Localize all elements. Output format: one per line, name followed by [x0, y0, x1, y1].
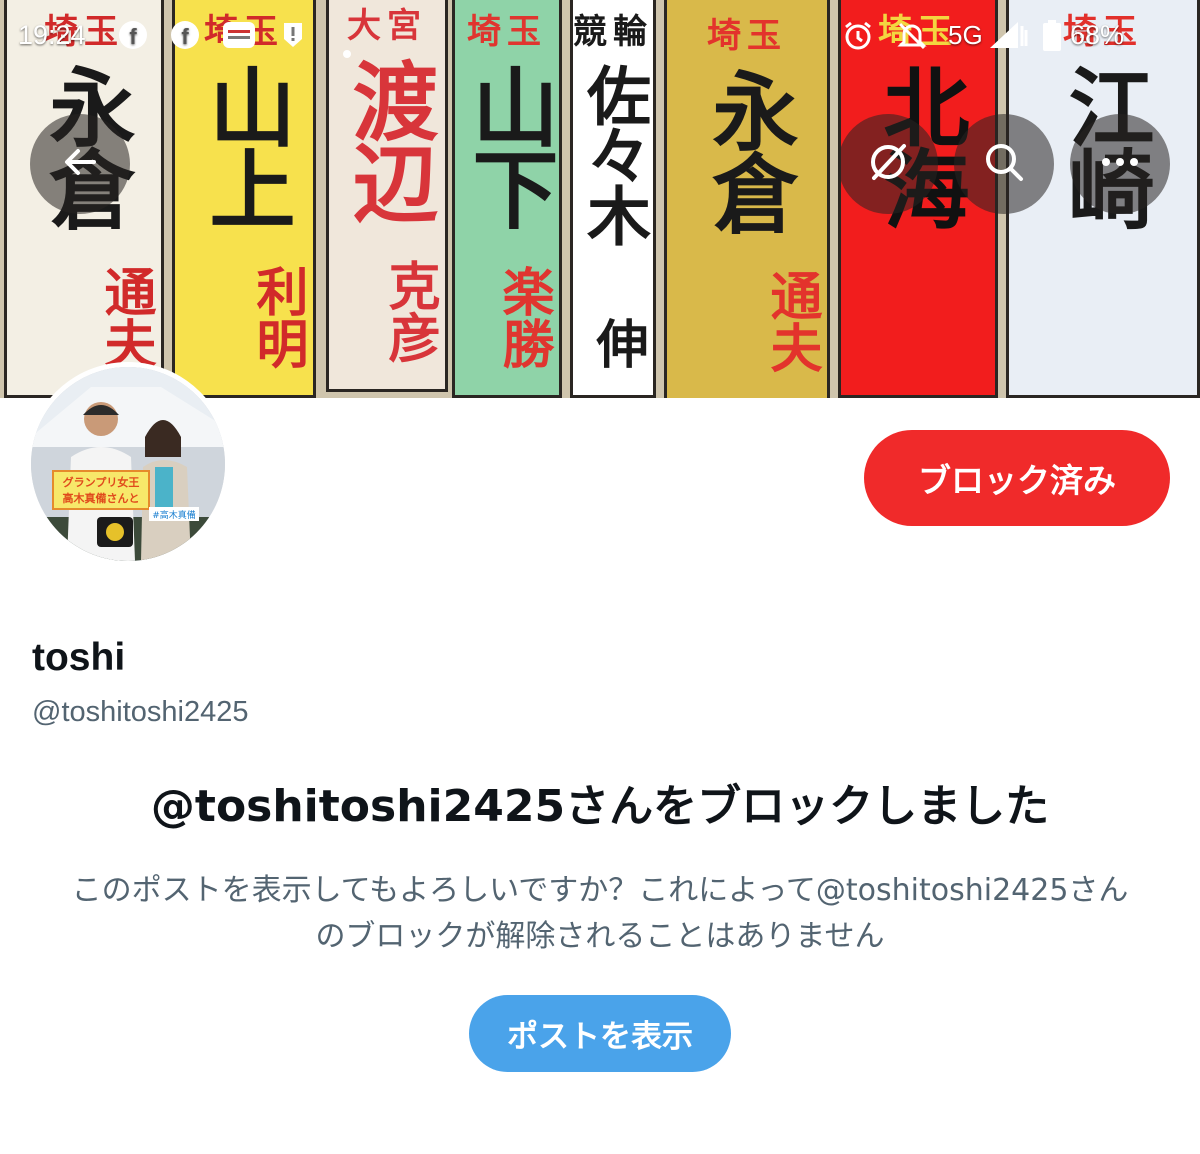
dot-icon [343, 34, 351, 65]
profile-avatar[interactable]: グランプリ女王 高木真備さんと #高木真備 [26, 362, 230, 566]
facebook-icon: f [170, 20, 200, 57]
avatar-sign-tag: #高木真備 [152, 509, 196, 521]
banner-tag-subtext: 楽勝 [493, 265, 554, 369]
blocked-title: @toshitoshi2425さんをブロックしました [150, 781, 1050, 832]
banner-tag-subtext: 通夫 [95, 265, 156, 369]
more-button[interactable] [1070, 114, 1170, 214]
user-handle: @toshitoshi2425 [32, 696, 249, 728]
battery-percent: 68% [1070, 20, 1125, 50]
back-button[interactable] [30, 114, 130, 214]
banner-tag-subtext: 伸 [587, 317, 648, 369]
facebook-icon: f [118, 20, 148, 57]
grok-icon [866, 140, 910, 189]
battery-icon [1042, 20, 1062, 59]
status-bar: 19:24 f f 5G 68% [0, 0, 1200, 72]
avatar-sign-line1: グランプリ女王 [63, 475, 140, 489]
avatar-photo: グランプリ女王 高木真備さんと #高木真備 [31, 367, 225, 561]
avatar-sign-line2: 高木真備さんと [63, 491, 140, 505]
network-type: 5G [948, 20, 983, 50]
blocked-button[interactable]: ブロック済み [864, 430, 1170, 526]
svg-text:f: f [181, 24, 189, 49]
search-button[interactable] [954, 114, 1054, 214]
search-icon [982, 140, 1026, 189]
blocked-description: このポストを表示してもよろしいですか？これによって@toshitoshi2425… [40, 868, 1160, 960]
banner-tag-name: 山下 [457, 63, 558, 227]
banner-tag-subtext: 克彦 [379, 259, 440, 363]
banner-tag-name: 永倉 [697, 67, 798, 231]
notifications-off-icon [896, 20, 928, 59]
app-notification-icon [222, 20, 256, 57]
svg-text:f: f [129, 24, 137, 49]
signal-icon [988, 20, 1030, 57]
back-arrow-icon [60, 142, 100, 187]
more-icon [1100, 155, 1140, 173]
grok-button[interactable] [838, 114, 938, 214]
blocked-description-line1: このポストを表示してもよろしいですか？これによって@toshitoshi2425… [71, 873, 1129, 908]
banner-tag-name: 佐々木 [576, 63, 651, 243]
warning-icon [278, 20, 308, 57]
alarm-icon [842, 20, 874, 59]
banner-tag-subtext: 利明 [247, 265, 308, 369]
status-time: 19:24 [18, 20, 86, 50]
display-name: toshi [32, 636, 126, 679]
show-posts-button[interactable]: ポストを表示 [469, 995, 731, 1072]
blocked-description-line2: のブロックが解除されることはありません [315, 919, 885, 954]
banner-tag-subtext: 通夫 [761, 269, 822, 373]
banner-tag-name: 渡辺 [337, 57, 438, 221]
banner-tag-name: 山上 [194, 63, 295, 227]
